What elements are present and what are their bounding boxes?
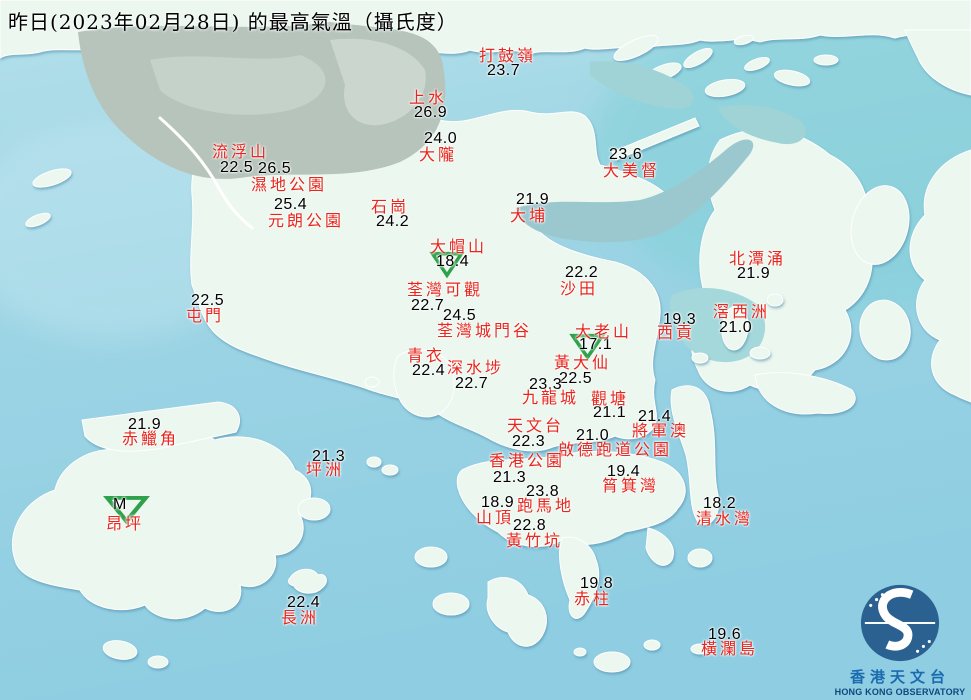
hko-swirl-icon	[860, 584, 940, 662]
station-name-label: 啟德跑道公園	[558, 440, 673, 459]
station-name-label: 九龍城	[522, 388, 580, 407]
station-name-label: 大埔	[510, 206, 549, 225]
station-temp-value: 23.7	[487, 62, 521, 79]
station-temp-value: 18.4	[436, 253, 470, 270]
station-name-label: 坪洲	[306, 460, 345, 479]
station-name-label: 流浮山	[212, 142, 270, 161]
station-name-label: 深水埗	[447, 358, 505, 377]
station-name-label: 青衣	[407, 346, 446, 365]
station-temp-value: 26.9	[414, 104, 448, 121]
station-name-label: 赤鱲角	[122, 429, 180, 448]
station-temp-value: 21.0	[719, 319, 753, 336]
station-name-label: 打鼓嶺	[479, 46, 537, 65]
station-name-label: 清水灣	[696, 509, 754, 528]
station-name-label: 屯門	[186, 306, 225, 325]
station-name-label: 赤柱	[574, 589, 613, 608]
station-name-label: 山頂	[476, 508, 515, 527]
station-name-label: 香港公園	[489, 451, 566, 470]
stations-layer: 23.7 打鼓嶺 26.9 上水 24.0 大隴 22.5 流浮山 26.5 濕地公園 25.4 元朗…	[0, 0, 971, 700]
station-temp-value: 22.5	[559, 370, 593, 387]
station-temp-value: M	[113, 496, 127, 513]
station-name-label: 大老山	[575, 322, 633, 341]
hko-logo: 香港天文台 HONG KONG OBSERVATORY	[830, 582, 970, 697]
station-name-label: 沙田	[560, 279, 599, 298]
station-name-label: 濕地公園	[251, 175, 328, 194]
station-name-label: 石崗	[371, 197, 410, 216]
station-name-label: 黃竹坑	[506, 531, 564, 550]
station-name-label: 筲箕灣	[602, 476, 660, 495]
weather-map-page: 昨日(2023年02月28日) 的最高氣溫（攝氏度） 23.7 打鼓嶺 26.9 上水…	[0, 0, 971, 700]
station-name-label: 荃灣可觀	[407, 280, 484, 299]
station-name-label: 元朗公園	[268, 211, 345, 230]
station-name-label: 跑馬地	[517, 496, 575, 515]
station-name-label: 天文台	[507, 416, 565, 435]
station-name-label: 將軍澳	[632, 421, 690, 440]
station-name-label: 長洲	[281, 608, 320, 627]
station-temp-value: 22.7	[411, 297, 445, 314]
station-temp-value: 22.3	[512, 433, 546, 450]
station-temp-value: 21.3	[493, 469, 527, 486]
station-temp-value: 22.5	[220, 159, 254, 176]
station-name-label: 大隴	[419, 145, 458, 164]
station-temp-value: 24.2	[376, 213, 410, 230]
station-name-label: 黃大仙	[554, 353, 612, 372]
station-name-label: 荃灣城門谷	[437, 321, 533, 340]
station-name-label: 滘西洲	[713, 302, 771, 321]
hko-logo-chinese-name: 香港天文台	[849, 668, 950, 686]
station-name-label: 昂坪	[106, 514, 145, 533]
station-name-label: 北潭涌	[729, 249, 787, 268]
station-temp-value: 22.4	[412, 362, 446, 379]
station-name-label: 觀塘	[591, 389, 630, 408]
station-name-label: 大帽山	[430, 237, 488, 256]
station-name-label: 橫瀾島	[701, 639, 759, 658]
station-temp-value: 21.9	[737, 265, 771, 282]
station-name-label: 大美督	[603, 161, 661, 180]
station-temp-value: 22.7	[455, 375, 489, 392]
station-name-label: 上水	[409, 88, 448, 107]
station-name-label: 西貢	[657, 323, 696, 342]
hko-logo-english-name: HONG KONG OBSERVATORY	[834, 687, 966, 697]
